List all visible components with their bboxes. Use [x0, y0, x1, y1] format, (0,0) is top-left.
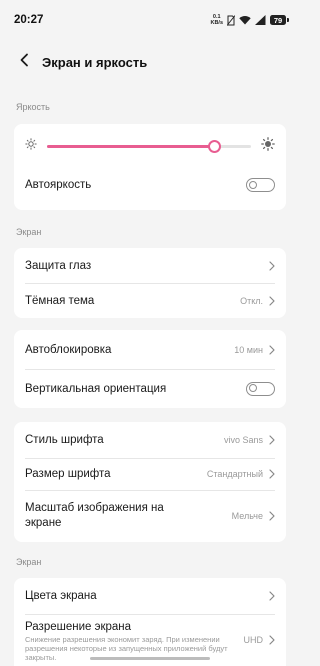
- vertical-orientation-label: Вертикальная ориентация: [25, 382, 167, 395]
- screen-card: Защита глаз Тёмная тема Откл.: [14, 248, 286, 318]
- signal-icon: [255, 15, 266, 25]
- font-style-value: vivo Sans: [223, 435, 263, 445]
- resolution-value: UHD: [243, 635, 264, 645]
- dark-theme-label: Тёмная тема: [25, 294, 95, 307]
- chevron-right-icon: [269, 635, 275, 645]
- auto-brightness-row: Автояркость: [14, 164, 286, 206]
- back-button[interactable]: [10, 48, 38, 76]
- status-bar: 20:27 0.1 KB/s 79: [0, 0, 300, 40]
- status-icons: 0.1 KB/s 79: [210, 14, 289, 26]
- brightness-slider-fill: [47, 144, 215, 148]
- section-label-screen: Экран: [16, 227, 42, 237]
- font-size-row[interactable]: Размер шрифта Стандартный: [14, 458, 286, 490]
- section-label-screen-2: Экран: [16, 557, 42, 567]
- auto-lock-row[interactable]: Автоблокировка 10 мин: [14, 330, 286, 369]
- network-speed-unit: KB/s: [210, 20, 223, 26]
- brightness-slider-row: [14, 124, 286, 164]
- chevron-right-icon: [269, 435, 275, 445]
- auto-lock-label: Автоблокировка: [25, 343, 112, 356]
- screen-colors-row[interactable]: Цвета экрана: [14, 578, 286, 614]
- brightness-high-icon: [261, 136, 275, 156]
- lock-card: Автоблокировка 10 мин Вертикальная ориен…: [14, 330, 286, 408]
- display-scale-row[interactable]: Масштаб изображения на экране Мельче: [14, 490, 286, 542]
- toggle-knob: [249, 384, 257, 392]
- chevron-right-icon: [269, 344, 275, 355]
- brightness-low-icon: [25, 137, 37, 155]
- font-size-value: Стандартный: [206, 469, 263, 479]
- dark-theme-value: Откл.: [240, 295, 263, 306]
- brightness-card: Автояркость: [14, 124, 286, 210]
- font-style-row[interactable]: Стиль шрифта vivo Sans: [14, 422, 286, 458]
- eye-protection-label: Защита глаз: [25, 259, 92, 272]
- chevron-right-icon: [269, 295, 275, 306]
- screen-card-2: Цвета экрана Разрешение экрана Снижение …: [14, 578, 286, 666]
- dark-theme-row[interactable]: Тёмная тема Откл.: [14, 283, 286, 318]
- display-scale-label: Масштаб изображения на экране: [25, 502, 164, 529]
- font-size-label: Размер шрифта: [25, 468, 111, 480]
- home-indicator[interactable]: [90, 657, 210, 660]
- vertical-orientation-toggle[interactable]: [246, 381, 275, 396]
- wifi-icon: [239, 15, 251, 25]
- sim-off-icon: [227, 14, 235, 26]
- status-time: 20:27: [14, 14, 44, 26]
- page-header: Экран и яркость: [0, 48, 300, 76]
- font-style-label: Стиль шрифта: [25, 434, 104, 446]
- chevron-right-icon: [269, 511, 275, 521]
- display-scale-value: Мельче: [231, 511, 263, 521]
- auto-brightness-toggle[interactable]: [246, 178, 275, 192]
- toggle-knob: [249, 180, 257, 189]
- auto-lock-value: 10 мин: [234, 344, 263, 355]
- battery-indicator: 79: [270, 15, 289, 25]
- chevron-right-icon: [269, 591, 275, 601]
- auto-brightness-label: Автояркость: [25, 179, 92, 191]
- section-label-brightness: Яркость: [16, 102, 50, 112]
- resolution-label: Разрешение экрана: [25, 620, 132, 633]
- arrow-left-icon: [19, 53, 29, 72]
- brightness-slider[interactable]: [47, 139, 251, 153]
- eye-protection-row[interactable]: Защита глаз: [14, 248, 286, 283]
- page-title: Экран и яркость: [42, 54, 148, 70]
- vertical-orientation-row: Вертикальная ориентация: [14, 369, 286, 408]
- network-speed: 0.1 KB/s: [210, 14, 223, 26]
- chevron-right-icon: [269, 260, 275, 271]
- screen-colors-label: Цвета экрана: [25, 590, 97, 602]
- chevron-right-icon: [269, 469, 275, 479]
- font-card: Стиль шрифта vivo Sans Размер шрифта Ста…: [14, 422, 286, 542]
- brightness-slider-thumb[interactable]: [207, 139, 221, 153]
